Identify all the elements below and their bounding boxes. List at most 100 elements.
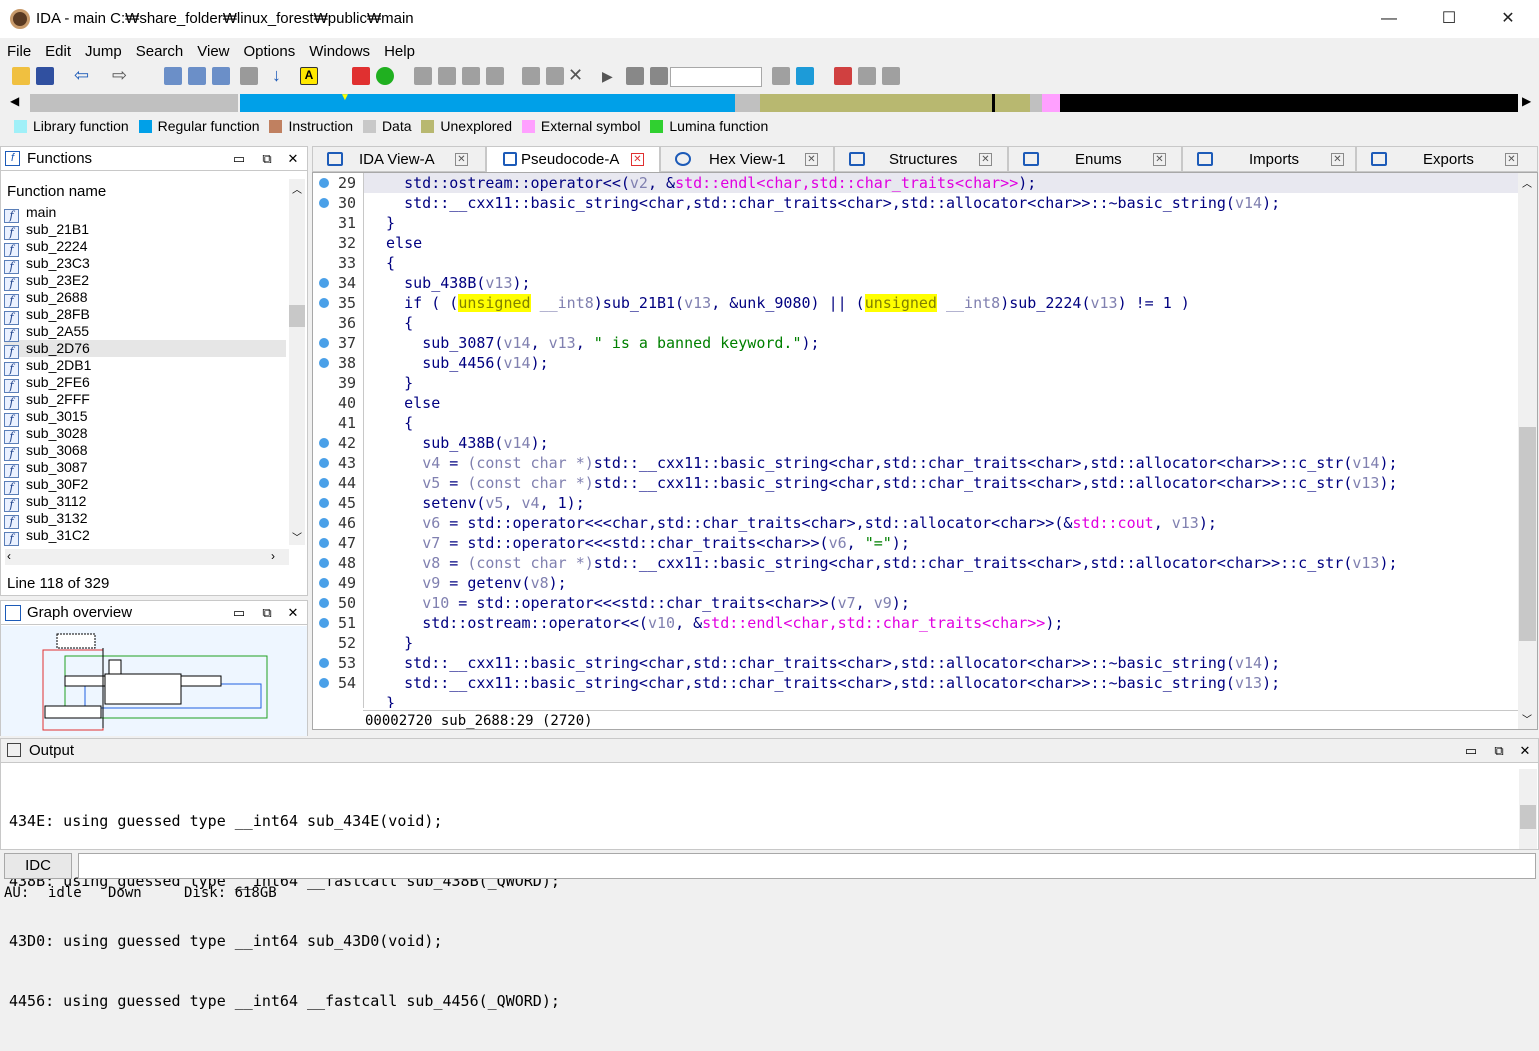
idc-button[interactable]: IDC [4, 853, 72, 879]
output-close-icon[interactable]: ✕ [1515, 739, 1535, 763]
array-icon[interactable] [486, 67, 504, 85]
minimize-button[interactable]: — [1366, 6, 1412, 32]
nav-right-arrow-icon[interactable]: ▶ [1522, 94, 1536, 108]
function-name-column[interactable]: Function name [7, 183, 106, 200]
function-list-item[interactable]: f sub_21B1 [4, 221, 286, 240]
breakpoint-dot-icon[interactable] [319, 478, 329, 488]
down-arrow-icon[interactable]: ↓ [272, 66, 290, 85]
function-list-item[interactable]: f sub_2FE6 [4, 374, 286, 393]
function-list-item[interactable]: f main [4, 204, 286, 223]
tab-close-icon[interactable]: ✕ [1331, 153, 1344, 166]
tab-exports[interactable]: Exports ✕ [1356, 146, 1538, 172]
menu-file[interactable]: File [0, 40, 38, 63]
tab-close-icon[interactable]: ✕ [1505, 153, 1518, 166]
panel-close-icon[interactable]: ✕ [283, 147, 303, 171]
breakpoint-dot-icon[interactable] [319, 178, 329, 188]
search-binary-icon[interactable] [188, 67, 206, 85]
pause-icon[interactable] [626, 67, 644, 85]
tab-ida-view-a[interactable]: IDA View-A ✕ [312, 146, 486, 172]
tab-enums[interactable]: Enums ✕ [1008, 146, 1182, 172]
close-button[interactable]: ✕ [1485, 6, 1531, 32]
functions-hscrollbar[interactable]: ‹ › [5, 549, 289, 565]
output-scrollbar[interactable] [1519, 769, 1537, 849]
breakpoint-dot-icon[interactable] [319, 618, 329, 628]
settings-icon[interactable] [882, 67, 900, 85]
stop-icon[interactable] [650, 67, 668, 85]
debug-run-icon[interactable] [796, 67, 814, 85]
run-icon[interactable] [352, 67, 370, 85]
function-list-item[interactable]: f sub_2D76 [4, 340, 286, 359]
breakpoint-dot-icon[interactable] [319, 678, 329, 688]
breakpoint-dot-icon[interactable] [319, 598, 329, 608]
menu-windows[interactable]: Windows [302, 40, 377, 63]
function-list-item[interactable]: f sub_3112 [4, 493, 286, 512]
search-text-icon[interactable] [164, 67, 182, 85]
function-list-item[interactable]: f sub_2DB1 [4, 357, 286, 376]
function-list-item[interactable]: f sub_2688 [4, 289, 286, 308]
breakpoint-dot-icon[interactable] [319, 298, 329, 308]
output-log[interactable]: 434E: using guessed type __int64 sub_434… [9, 771, 560, 1051]
breakpoint-dot-icon[interactable] [319, 438, 329, 448]
play-icon[interactable]: ▶ [602, 67, 620, 85]
menu-jump[interactable]: Jump [78, 40, 129, 63]
back-arrow-icon[interactable]: ⇦ [74, 66, 92, 85]
menu-edit[interactable]: Edit [38, 40, 78, 63]
tab-close-icon[interactable]: ✕ [631, 153, 644, 166]
breakpoint-dot-icon[interactable] [319, 278, 329, 288]
breakpoint-dot-icon[interactable] [319, 538, 329, 548]
function-list-item[interactable]: f sub_3028 [4, 425, 286, 444]
pseudocode-text[interactable]: std::ostream::operator<<(v2, &std::endl<… [363, 173, 1518, 708]
breakpoint-dot-icon[interactable] [319, 578, 329, 588]
menu-search[interactable]: Search [129, 40, 191, 63]
tab-close-icon[interactable]: ✕ [805, 153, 818, 166]
data-icon[interactable] [438, 67, 456, 85]
navigation-band[interactable]: ◀ ▶ ▼ [10, 92, 1532, 114]
panel-float-icon[interactable]: ⧉ [257, 147, 277, 171]
breakpoint-dot-icon[interactable] [319, 558, 329, 568]
menu-options[interactable]: Options [237, 40, 303, 63]
save-icon[interactable] [36, 67, 54, 85]
menu-help[interactable]: Help [377, 40, 422, 63]
function-list-item[interactable]: f sub_2A55 [4, 323, 286, 342]
code-icon[interactable] [414, 67, 432, 85]
breakpoint-icon[interactable] [834, 67, 852, 85]
nav-left-arrow-icon[interactable]: ◀ [10, 94, 24, 108]
graph-restore-icon[interactable]: ▭ [229, 601, 249, 625]
function-list-item[interactable]: f sub_3087 [4, 459, 286, 478]
tab-close-icon[interactable]: ✕ [455, 153, 468, 166]
menu-view[interactable]: View [190, 40, 236, 63]
breakpoint-dot-icon[interactable] [319, 658, 329, 668]
breakpoint-dot-icon[interactable] [319, 338, 329, 348]
debugger-select[interactable] [670, 67, 762, 87]
graph-float-icon[interactable]: ⧉ [257, 601, 277, 625]
breakpoint-dot-icon[interactable] [319, 458, 329, 468]
attach-icon[interactable] [772, 67, 790, 85]
tab-pseudocode-a[interactable]: Pseudocode-A ✕ [486, 146, 660, 172]
rename-icon[interactable] [546, 67, 564, 85]
function-list-item[interactable]: f sub_2224 [4, 238, 286, 257]
green-dot-icon[interactable] [376, 67, 394, 85]
open-file-icon[interactable] [12, 67, 30, 85]
breakpoint-dot-icon[interactable] [319, 518, 329, 528]
tab-close-icon[interactable]: ✕ [979, 153, 992, 166]
undefine-icon[interactable] [522, 67, 540, 85]
function-list-item[interactable]: f sub_3132 [4, 510, 286, 529]
jump-icon[interactable] [240, 67, 258, 85]
maximize-button[interactable]: ☐ [1426, 6, 1472, 32]
delete-icon[interactable]: ✕ [568, 66, 586, 85]
tab-hex-view-1[interactable]: Hex View-1 ✕ [660, 146, 834, 172]
forward-arrow-icon[interactable]: ⇨ [112, 66, 130, 85]
functions-scrollbar[interactable]: ︿ ﹀ [289, 179, 305, 545]
function-list-item[interactable]: f sub_30F2 [4, 476, 286, 495]
command-input[interactable] [78, 853, 1536, 879]
code-scrollbar[interactable]: ︿ ﹀ [1518, 173, 1537, 729]
graph-thumbnail[interactable] [1, 626, 307, 736]
function-list-item[interactable]: f sub_3068 [4, 442, 286, 461]
breakpoint-dot-icon[interactable] [319, 498, 329, 508]
pseudocode-view[interactable]: 29 30 31 32 33 34 35 36 37 38 39 40 41 42 43 44 45 46 47 48… [312, 172, 1538, 730]
search-immediate-icon[interactable] [212, 67, 230, 85]
breakpoint-dot-icon[interactable] [319, 358, 329, 368]
function-list-item[interactable]: f sub_28FB [4, 306, 286, 325]
function-list-item[interactable]: f sub_23C3 [4, 255, 286, 274]
panel-restore-icon[interactable]: ▭ [229, 147, 249, 171]
